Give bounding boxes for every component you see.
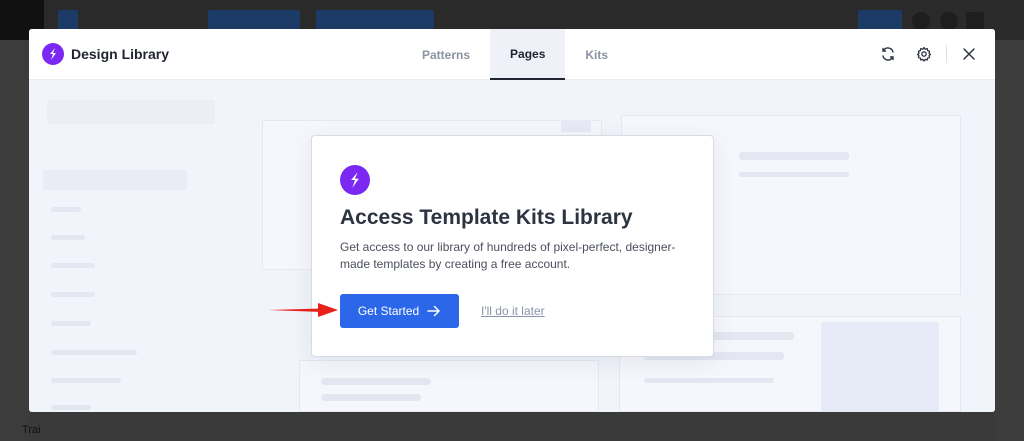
brand: Design Library — [42, 43, 169, 65]
category-placeholder — [51, 235, 85, 240]
category-placeholder — [51, 350, 137, 355]
wp-editor-right — [995, 40, 1024, 441]
do-it-later-link[interactable]: I'll do it later — [481, 304, 545, 318]
tab-patterns[interactable]: Patterns — [402, 29, 490, 80]
header-actions — [876, 42, 981, 66]
brand-name: Design Library — [71, 46, 170, 62]
tab-kits[interactable]: Kits — [565, 29, 628, 80]
design-library-modal: Design Library Patterns Pages Kits Acces… — [29, 29, 995, 412]
access-kits-dialog: Access Template Kits Library Get access … — [311, 135, 714, 357]
category-placeholder — [51, 207, 81, 212]
category-placeholder — [43, 170, 187, 190]
dialog-description: Get access to our library of hundreds of… — [340, 240, 676, 271]
template-card — [299, 360, 599, 412]
get-started-button[interactable]: Get Started — [340, 294, 459, 328]
category-placeholder — [51, 263, 95, 268]
annotation-arrow-icon — [268, 303, 338, 317]
wp-toolbar-icon — [912, 12, 930, 30]
wp-toolbar-button — [208, 10, 300, 30]
library-tabs: Patterns Pages Kits — [402, 29, 628, 80]
gear-icon[interactable] — [912, 42, 936, 66]
text-placeholder — [644, 378, 774, 383]
wp-add-block-button — [58, 10, 78, 30]
brand-logo-icon — [340, 165, 370, 195]
wp-toolbar-icon — [966, 12, 984, 30]
wp-editor-left — [0, 40, 29, 441]
close-icon[interactable] — [957, 42, 981, 66]
modal-header: Design Library Patterns Pages Kits — [29, 29, 995, 80]
wp-toolbar-icon — [940, 12, 958, 30]
category-placeholder — [51, 405, 91, 410]
category-placeholder — [51, 378, 121, 383]
category-placeholder — [51, 321, 91, 326]
tab-pages[interactable]: Pages — [490, 29, 566, 80]
get-started-label: Get Started — [357, 304, 420, 318]
header-divider — [946, 45, 947, 63]
search-placeholder — [47, 100, 215, 124]
arrow-right-icon — [427, 305, 440, 317]
brand-logo-icon — [42, 43, 64, 65]
wp-publish-button — [858, 10, 902, 30]
category-placeholder — [51, 292, 95, 297]
image-placeholder — [821, 322, 939, 412]
dialog-title: Access Template Kits Library — [340, 206, 633, 229]
wp-toolbar-button — [316, 10, 434, 30]
refresh-icon[interactable] — [876, 42, 900, 66]
text-placeholder — [321, 394, 421, 401]
text-placeholder — [739, 172, 849, 177]
text-placeholder — [321, 378, 431, 385]
wp-bottom-text: Trai — [22, 424, 41, 436]
badge-placeholder — [561, 120, 591, 132]
text-placeholder — [739, 152, 849, 160]
